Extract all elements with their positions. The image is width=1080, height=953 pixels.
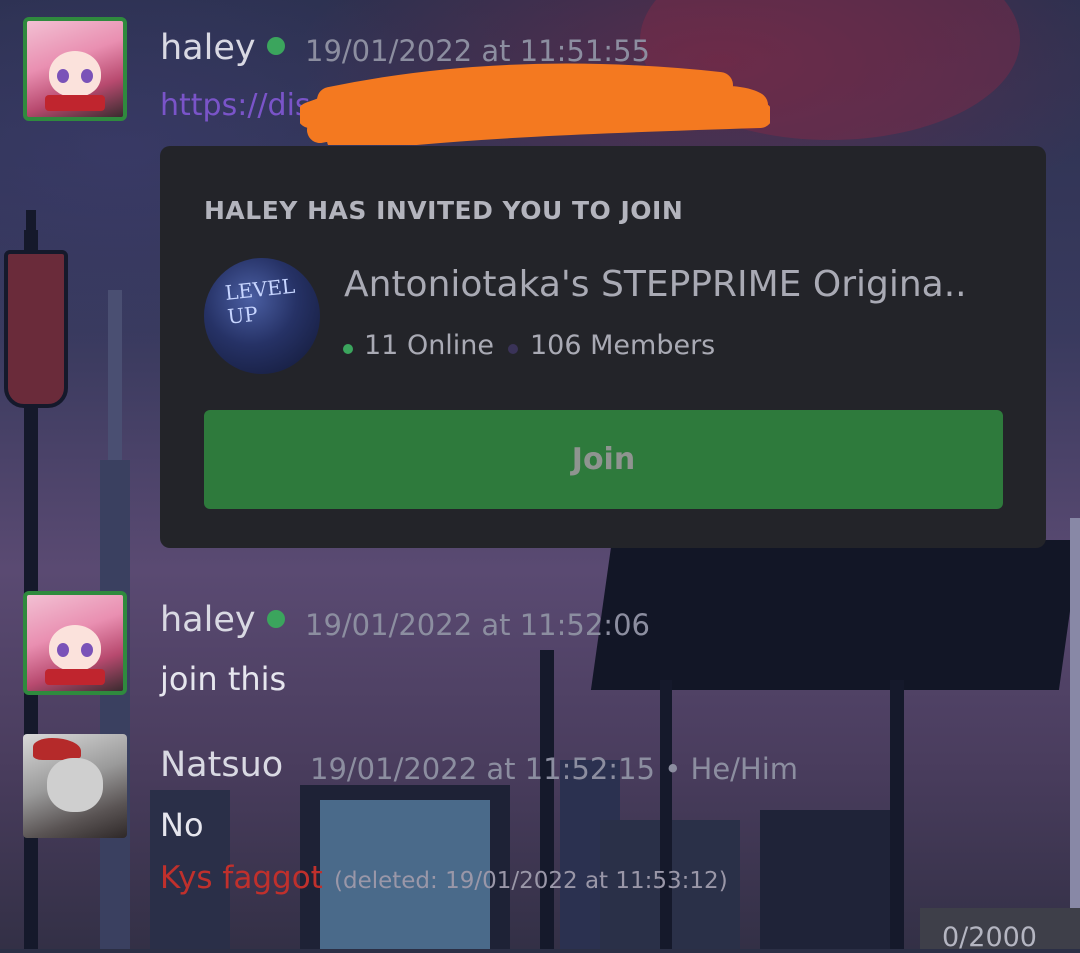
online-status-icon xyxy=(267,37,285,55)
member-count: 106 Members xyxy=(530,330,716,361)
online-dot-icon xyxy=(343,344,353,354)
message-text: No xyxy=(160,806,204,844)
author-name[interactable]: haley xyxy=(160,28,256,68)
members-dot-icon xyxy=(508,344,518,354)
server-icon[interactable]: LEVEL UP xyxy=(204,258,320,374)
online-count: 11 Online xyxy=(364,330,495,361)
user-avatar[interactable] xyxy=(23,734,127,838)
server-name[interactable]: Antoniotaka's STEPPRIME Origina.. xyxy=(344,264,967,305)
author-name[interactable]: haley xyxy=(160,600,256,640)
deleted-message-text: Kys faggot xyxy=(160,860,323,896)
message-text: join this xyxy=(160,660,287,698)
message-timestamp: 19/01/2022 at 11:52:15 • He/Him xyxy=(310,752,799,786)
redaction-scribble xyxy=(300,63,770,145)
user-avatar[interactable] xyxy=(23,17,127,121)
server-invite-card: HALEY HAS INVITED YOU TO JOIN LEVEL UP A… xyxy=(160,146,1046,548)
deleted-note: (deleted: 19/01/2022 at 11:53:12) xyxy=(334,868,728,894)
character-counter: 0/2000 xyxy=(920,908,1080,953)
user-avatar[interactable] xyxy=(23,591,127,695)
author-name[interactable]: Natsuo xyxy=(160,745,283,785)
invite-heading: HALEY HAS INVITED YOU TO JOIN xyxy=(204,196,684,225)
online-status-icon xyxy=(267,610,285,628)
message-timestamp: 19/01/2022 at 11:52:06 xyxy=(305,608,650,642)
join-button[interactable]: Join xyxy=(204,410,1003,509)
